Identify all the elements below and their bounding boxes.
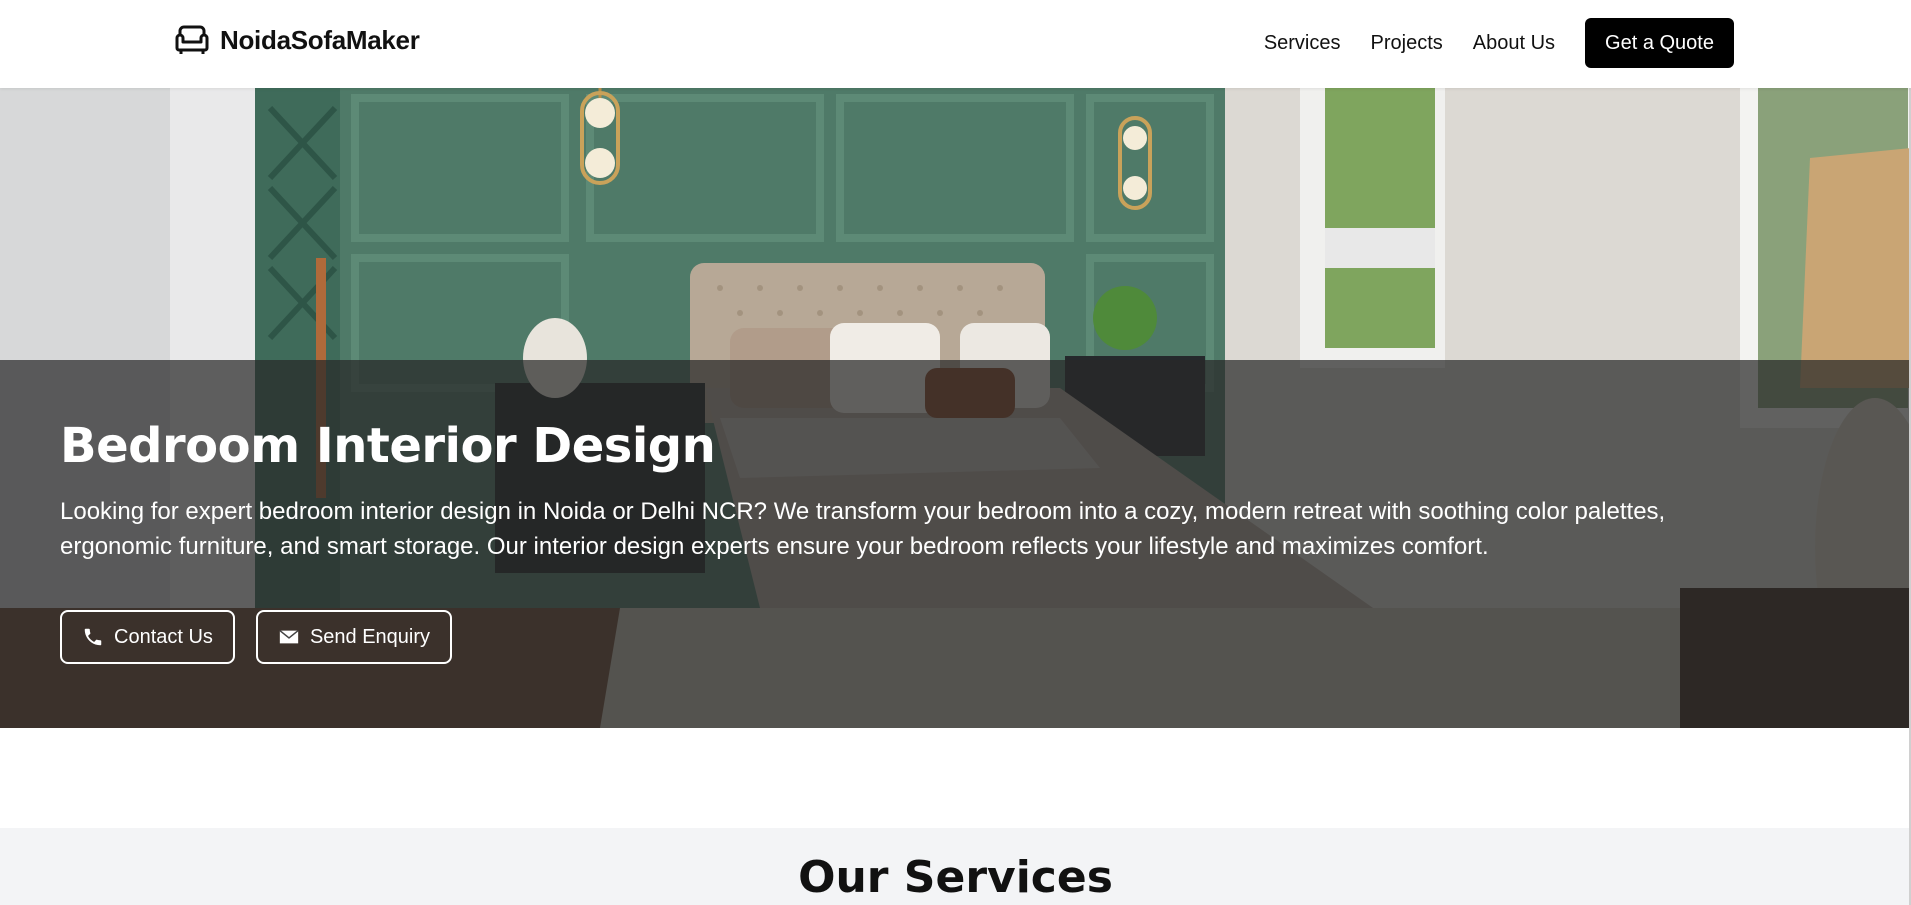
hero-actions: Contact Us Send Enquiry xyxy=(60,610,453,664)
contact-us-label: Contact Us xyxy=(114,625,213,648)
services-title: Our Services xyxy=(798,852,1113,903)
get-a-quote-button[interactable]: Get a Quote xyxy=(1585,18,1734,68)
site-header: NoidaSofaMaker Services Projects About U… xyxy=(0,0,1911,88)
nav-link-about-us[interactable]: About Us xyxy=(1473,32,1555,55)
hero-section: Bedroom Interior Design Looking for expe… xyxy=(0,88,1911,728)
nav-link-projects[interactable]: Projects xyxy=(1371,32,1443,55)
services-section: Our Services xyxy=(0,828,1911,905)
brand-logo[interactable]: NoidaSofaMaker xyxy=(174,24,420,56)
main-nav: Services Projects About Us Get a Quote xyxy=(1264,18,1734,68)
hero-description: Looking for expert bedroom interior desi… xyxy=(60,498,1666,560)
contact-us-button[interactable]: Contact Us xyxy=(60,610,235,664)
envelope-icon xyxy=(279,630,299,644)
phone-icon xyxy=(84,628,102,646)
sofa-icon xyxy=(175,25,209,54)
brand-name: NoidaSofaMaker xyxy=(220,24,420,55)
send-enquiry-label: Send Enquiry xyxy=(309,625,431,648)
send-enquiry-button[interactable]: Send Enquiry xyxy=(255,610,453,664)
hero-title: Bedroom Interior Design xyxy=(60,418,716,474)
nav-link-services[interactable]: Services xyxy=(1264,32,1341,55)
